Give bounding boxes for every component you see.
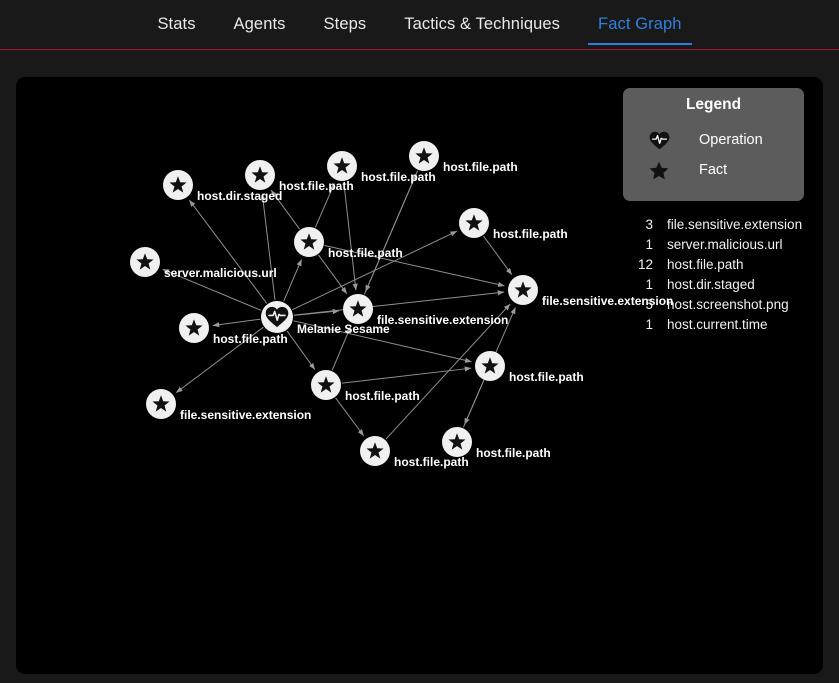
graph-edge <box>212 318 261 328</box>
graph-node-fact[interactable] <box>360 436 390 466</box>
graph-node-fact[interactable] <box>343 294 373 324</box>
tab-label: Stats <box>157 15 196 34</box>
fact-count-number: 1 <box>645 237 653 252</box>
graph-edge <box>318 254 348 294</box>
fact-type-count-list: 3 file.sensitive.extension 1 server.malicio… <box>623 217 823 337</box>
graph-node-fact[interactable] <box>130 247 160 277</box>
legend-title: Legend <box>685 96 742 113</box>
graph-node-label: host.file.path <box>361 170 436 184</box>
graph-node-fact[interactable] <box>459 208 489 238</box>
fact-count-number: 3 <box>645 217 653 232</box>
tab-label: Fact Graph <box>598 15 682 34</box>
legend-row-operation: Operation <box>623 125 804 155</box>
graph-edge <box>341 366 472 384</box>
graph-edge-layer <box>162 170 516 440</box>
graph-edge <box>260 193 276 301</box>
fact-count-number: 1 <box>645 317 653 332</box>
fact-count-name: server.malicious.url <box>667 237 783 252</box>
tab-stats[interactable]: Stats <box>157 16 195 44</box>
legend-label-operation: Operation <box>699 132 763 148</box>
legend-panel: Legend Operation Fact <box>623 88 804 201</box>
legend-row-fact: Fact <box>623 155 804 185</box>
tab-tactics-techniques[interactable]: Tactics & Techniques <box>404 16 560 44</box>
tab-label: Tactics & Techniques <box>404 15 561 34</box>
fact-count-number: 5 <box>645 297 653 312</box>
graph-node-label: host.file.path <box>476 446 551 460</box>
graph-node-label: host.file.path <box>279 179 354 193</box>
graph-node-fact[interactable] <box>311 370 341 400</box>
graph-node-operation[interactable] <box>261 301 293 333</box>
tab-label: Steps <box>323 15 367 34</box>
tab-label: Agents <box>233 15 286 34</box>
graph-node-fact[interactable] <box>475 351 505 381</box>
fact-count-number: 1 <box>645 277 653 292</box>
star-icon <box>647 159 671 181</box>
graph-node-label: server.malicious.url <box>164 266 277 280</box>
graph-node-fact[interactable] <box>146 389 176 419</box>
fact-count-name: host.file.path <box>667 257 744 272</box>
fact-count-name: host.dir.staged <box>667 277 755 292</box>
graph-edge <box>335 397 365 437</box>
fact-count-row: 3 file.sensitive.extension <box>623 217 823 237</box>
fact-count-row: 12 host.file.path <box>623 257 823 277</box>
fact-count-name: file.sensitive.extension <box>667 217 803 232</box>
fact-count-number: 12 <box>637 257 653 272</box>
graph-node-label: file.sensitive.extension <box>180 408 311 422</box>
fact-count-row: 1 server.malicious.url <box>623 237 823 257</box>
graph-node-label: host.file.path <box>493 227 568 241</box>
fact-graph-panel[interactable]: Melanie Sesame host.dir.staged host.file.p… <box>16 77 823 674</box>
graph-node-fact[interactable] <box>508 275 538 305</box>
graph-node-label: host.file.path <box>509 370 584 384</box>
graph-node-fact[interactable] <box>179 313 209 343</box>
graph-node-fact[interactable] <box>163 170 193 200</box>
graph-node-label: host.file.path <box>394 455 469 469</box>
graph-node-label: host.file.path <box>213 332 288 346</box>
graph-edge <box>363 173 417 295</box>
heart-pulse-icon <box>647 129 671 151</box>
graph-node-fact[interactable] <box>442 427 472 457</box>
graph-edge <box>286 330 316 370</box>
graph-edge <box>283 259 302 302</box>
graph-edge <box>483 235 513 275</box>
fact-count-row: 1 host.current.time <box>623 317 823 337</box>
fact-count-row: 5 host.screenshot.png <box>623 297 823 317</box>
fact-count-name: host.current.time <box>667 317 768 332</box>
fact-count-name: host.screenshot.png <box>667 297 789 312</box>
legend-label-fact: Fact <box>699 162 728 178</box>
graph-node-label: file.sensitive.extension <box>377 313 508 327</box>
graph-node-fact[interactable] <box>327 151 357 181</box>
graph-node-label: host.dir.staged <box>197 189 282 203</box>
graph-edge <box>293 290 505 316</box>
graph-node-fact[interactable] <box>294 227 324 257</box>
graph-node-label: host.file.path <box>345 389 420 403</box>
graph-node-label: host.file.path <box>443 160 518 174</box>
graph-node-fact[interactable] <box>409 141 439 171</box>
tab-steps[interactable]: Steps <box>324 16 367 44</box>
tab-agents[interactable]: Agents <box>234 16 286 44</box>
graph-edge <box>188 199 268 304</box>
tab-bar: Stats Agents Steps Tactics & Techniques … <box>0 0 839 50</box>
fact-count-row: 1 host.dir.staged <box>623 277 823 297</box>
tab-fact-graph[interactable]: Fact Graph <box>588 15 692 45</box>
graph-node-label: host.file.path <box>328 246 403 260</box>
graph-node-fact[interactable] <box>245 160 275 190</box>
graph-edge <box>343 181 358 291</box>
graph-node-label-layer: Melanie Sesamehost.dir.stagedhost.file.p… <box>164 160 673 469</box>
